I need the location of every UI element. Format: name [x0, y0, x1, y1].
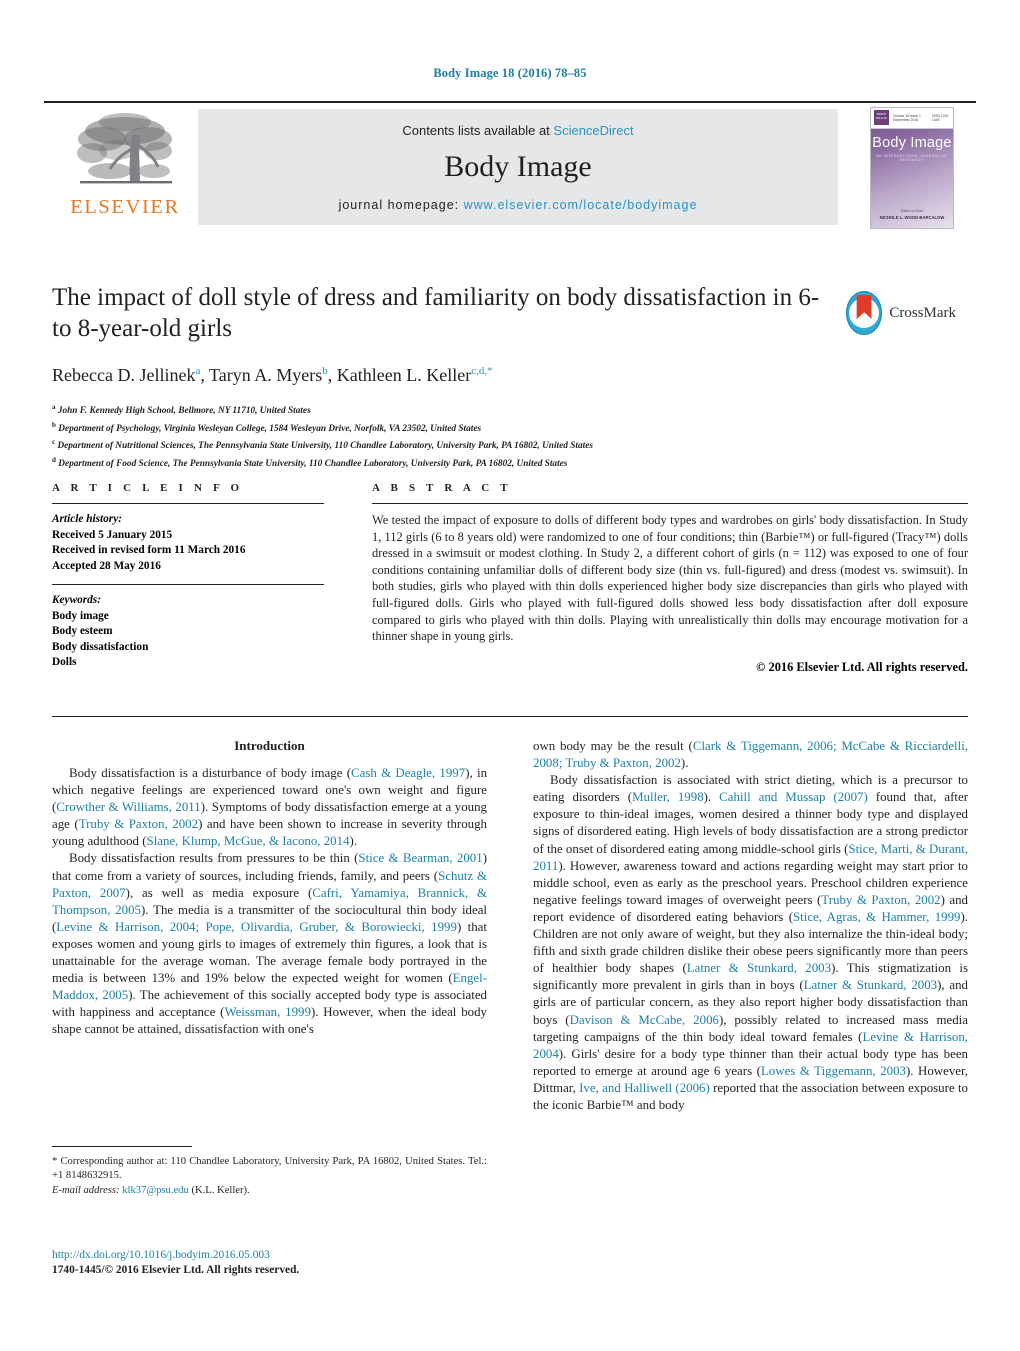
body-paragraph: own body may be the result (Clark & Tigg…	[533, 739, 969, 771]
abstract-copyright: © 2016 Elsevier Ltd. All rights reserved…	[756, 659, 968, 674]
running-head: Body Image 18 (2016) 78–85	[433, 66, 587, 80]
cover-masthead: BODY IMAGE Volume 18 Issue 1 September 2…	[871, 108, 953, 129]
page-title: The impact of doll style of dress and fa…	[52, 284, 820, 342]
article-history-item: Received in revised form 11 March 2016	[52, 544, 246, 556]
email-suffix: (K.L. Keller).	[191, 1184, 250, 1196]
section-heading-introduction: Introduction	[234, 738, 305, 753]
email-link[interactable]: klk37@psu.edu	[122, 1185, 189, 1196]
page-footer: http://dx.doi.org/10.1016/j.bodyim.2016.…	[52, 1248, 552, 1278]
author-0-sep: ,	[200, 365, 210, 385]
crossmark-badge[interactable]: CrossMark	[846, 283, 956, 343]
homepage-url[interactable]: www.elsevier.com/locate/bodyimage	[464, 198, 698, 212]
keyword-item: Body dissatisfaction	[52, 640, 149, 653]
author-2-name: Kathleen L. Keller	[336, 365, 472, 385]
cover-title: Body Image	[872, 135, 952, 151]
footnote-divider	[52, 1146, 192, 1147]
body-divider	[52, 716, 968, 717]
body-columns: Introduction Body dissatisfaction is a d…	[52, 738, 968, 1138]
body-column-right: own body may be the result (Clark & Tigg…	[533, 738, 968, 1114]
divider	[372, 503, 968, 504]
body-column-left: Introduction Body dissatisfaction is a d…	[52, 738, 487, 1039]
elsevier-logo: ELSEVIER	[70, 109, 180, 225]
article-history-label: Article history:	[52, 513, 122, 525]
elsevier-tree-icon	[77, 113, 172, 184]
affiliation-item: c Department of Nutritional Sciences, Th…	[52, 436, 822, 454]
author-2-marks: c,d,*	[471, 365, 493, 377]
article-info-heading: A R T I C L E I N F O	[52, 482, 244, 494]
corresponding-author-text: * Corresponding author at: 110 Chandlee …	[52, 1156, 487, 1182]
journal-cover-thumbnail: BODY IMAGE Volume 18 Issue 1 September 2…	[870, 107, 954, 229]
affiliation-list: a John F. Kennedy High School, Bellmore,…	[52, 401, 822, 472]
affiliation-mark: b	[52, 420, 56, 429]
affiliation-text: Department of Nutritional Sciences, The …	[57, 441, 593, 452]
contents-prefix: Contents lists available at	[402, 123, 554, 138]
affiliation-item: d Department of Food Science, The Pennsy…	[52, 454, 822, 472]
affiliation-mark: d	[52, 456, 56, 465]
body-paragraph: Body dissatisfaction is associated with …	[533, 773, 969, 1112]
affiliation-item: b Department of Psychology, Virginia Wes…	[52, 419, 822, 437]
corresponding-author-footnote: * Corresponding author at: 110 Chandlee …	[52, 1146, 487, 1198]
divider	[52, 584, 324, 585]
keyword-item: Body esteem	[52, 625, 113, 637]
affiliation-text: John F. Kennedy High School, Bellmore, N…	[57, 406, 311, 417]
keywords-label: Keywords:	[52, 594, 101, 606]
elsevier-wordmark: ELSEVIER	[70, 196, 180, 218]
email-label: E-mail address:	[52, 1184, 120, 1196]
banner-center: Contents lists available at ScienceDirec…	[198, 109, 838, 225]
author-1-name: Taryn A. Myers	[209, 365, 323, 385]
article-info-column: A R T I C L E I N F O Article history: R…	[52, 482, 324, 671]
contents-line: Contents lists available at ScienceDirec…	[198, 109, 838, 138]
abstract-column: A B S T R A C T We tested the impact of …	[372, 482, 968, 675]
body-paragraph: Body dissatisfaction is a disturbance of…	[52, 766, 488, 849]
keyword-item: Body image	[52, 609, 109, 622]
abstract-text: We tested the impact of exposure to doll…	[372, 513, 968, 644]
issn-copyright: 1740-1445/© 2016 Elsevier Ltd. All right…	[52, 1264, 300, 1276]
cover-editor-block: Editor-in-Chief NICHOLE L. WOOD-BARCALOW	[871, 209, 953, 220]
article-history-item: Received 5 January 2015	[52, 528, 173, 541]
cover-issn: ISSN 1740-1445	[931, 114, 950, 122]
crossmark-label: CrossMark	[889, 304, 956, 321]
cover-subtitle: AN INTERNATIONAL JOURNAL OF RESEARCH	[876, 154, 948, 162]
author-0-name: Rebecca D. Jellinek	[52, 365, 196, 385]
cover-badge: BODY IMAGE	[874, 110, 889, 125]
journal-title: Body Image	[444, 150, 592, 183]
author-1-sep: ,	[327, 365, 337, 385]
cover-editor-name: NICHOLE L. WOOD-BARCALOW	[879, 215, 945, 220]
keyword-item: Dolls	[52, 656, 77, 668]
cover-editor-label: Editor-in-Chief	[901, 209, 923, 213]
abstract-heading: A B S T R A C T	[372, 482, 512, 494]
divider	[52, 503, 324, 504]
body-paragraph: Body dissatisfaction results from pressu…	[52, 851, 487, 1037]
doi-link[interactable]: http://dx.doi.org/10.1016/j.bodyim.2016.…	[52, 1248, 552, 1263]
article-history-item: Accepted 28 May 2016	[52, 559, 161, 572]
title-area: The impact of doll style of dress and fa…	[52, 282, 822, 472]
paper-page: Body Image 18 (2016) 78–85 ELSEVIER Cont…	[0, 0, 1020, 1351]
affiliation-item: a John F. Kennedy High School, Bellmore,…	[52, 401, 822, 419]
crossmark-icon	[846, 291, 883, 335]
email-line: E-mail address: klk37@psu.edu (K.L. Kell…	[52, 1184, 487, 1198]
journal-banner: ELSEVIER Contents lists available at Sci…	[44, 101, 976, 231]
homepage-label: journal homepage:	[338, 198, 460, 212]
cover-top-text: Volume 18 Issue 1 September 2016 ISSN 17…	[893, 114, 950, 122]
homepage-line: journal homepage: www.elsevier.com/locat…	[198, 198, 838, 212]
affiliation-text: Department of Psychology, Virginia Wesle…	[58, 423, 482, 434]
sciencedirect-link[interactable]: ScienceDirect	[553, 123, 633, 138]
affiliation-text: Department of Food Science, The Pennsylv…	[58, 459, 568, 470]
cover-volume: Volume 18 Issue 1 September 2016	[893, 114, 921, 122]
author-list: Rebecca D. Jellineka, Taryn A. Myersb, K…	[52, 360, 822, 387]
affiliation-mark: a	[52, 403, 56, 411]
affiliation-mark: c	[52, 438, 56, 447]
